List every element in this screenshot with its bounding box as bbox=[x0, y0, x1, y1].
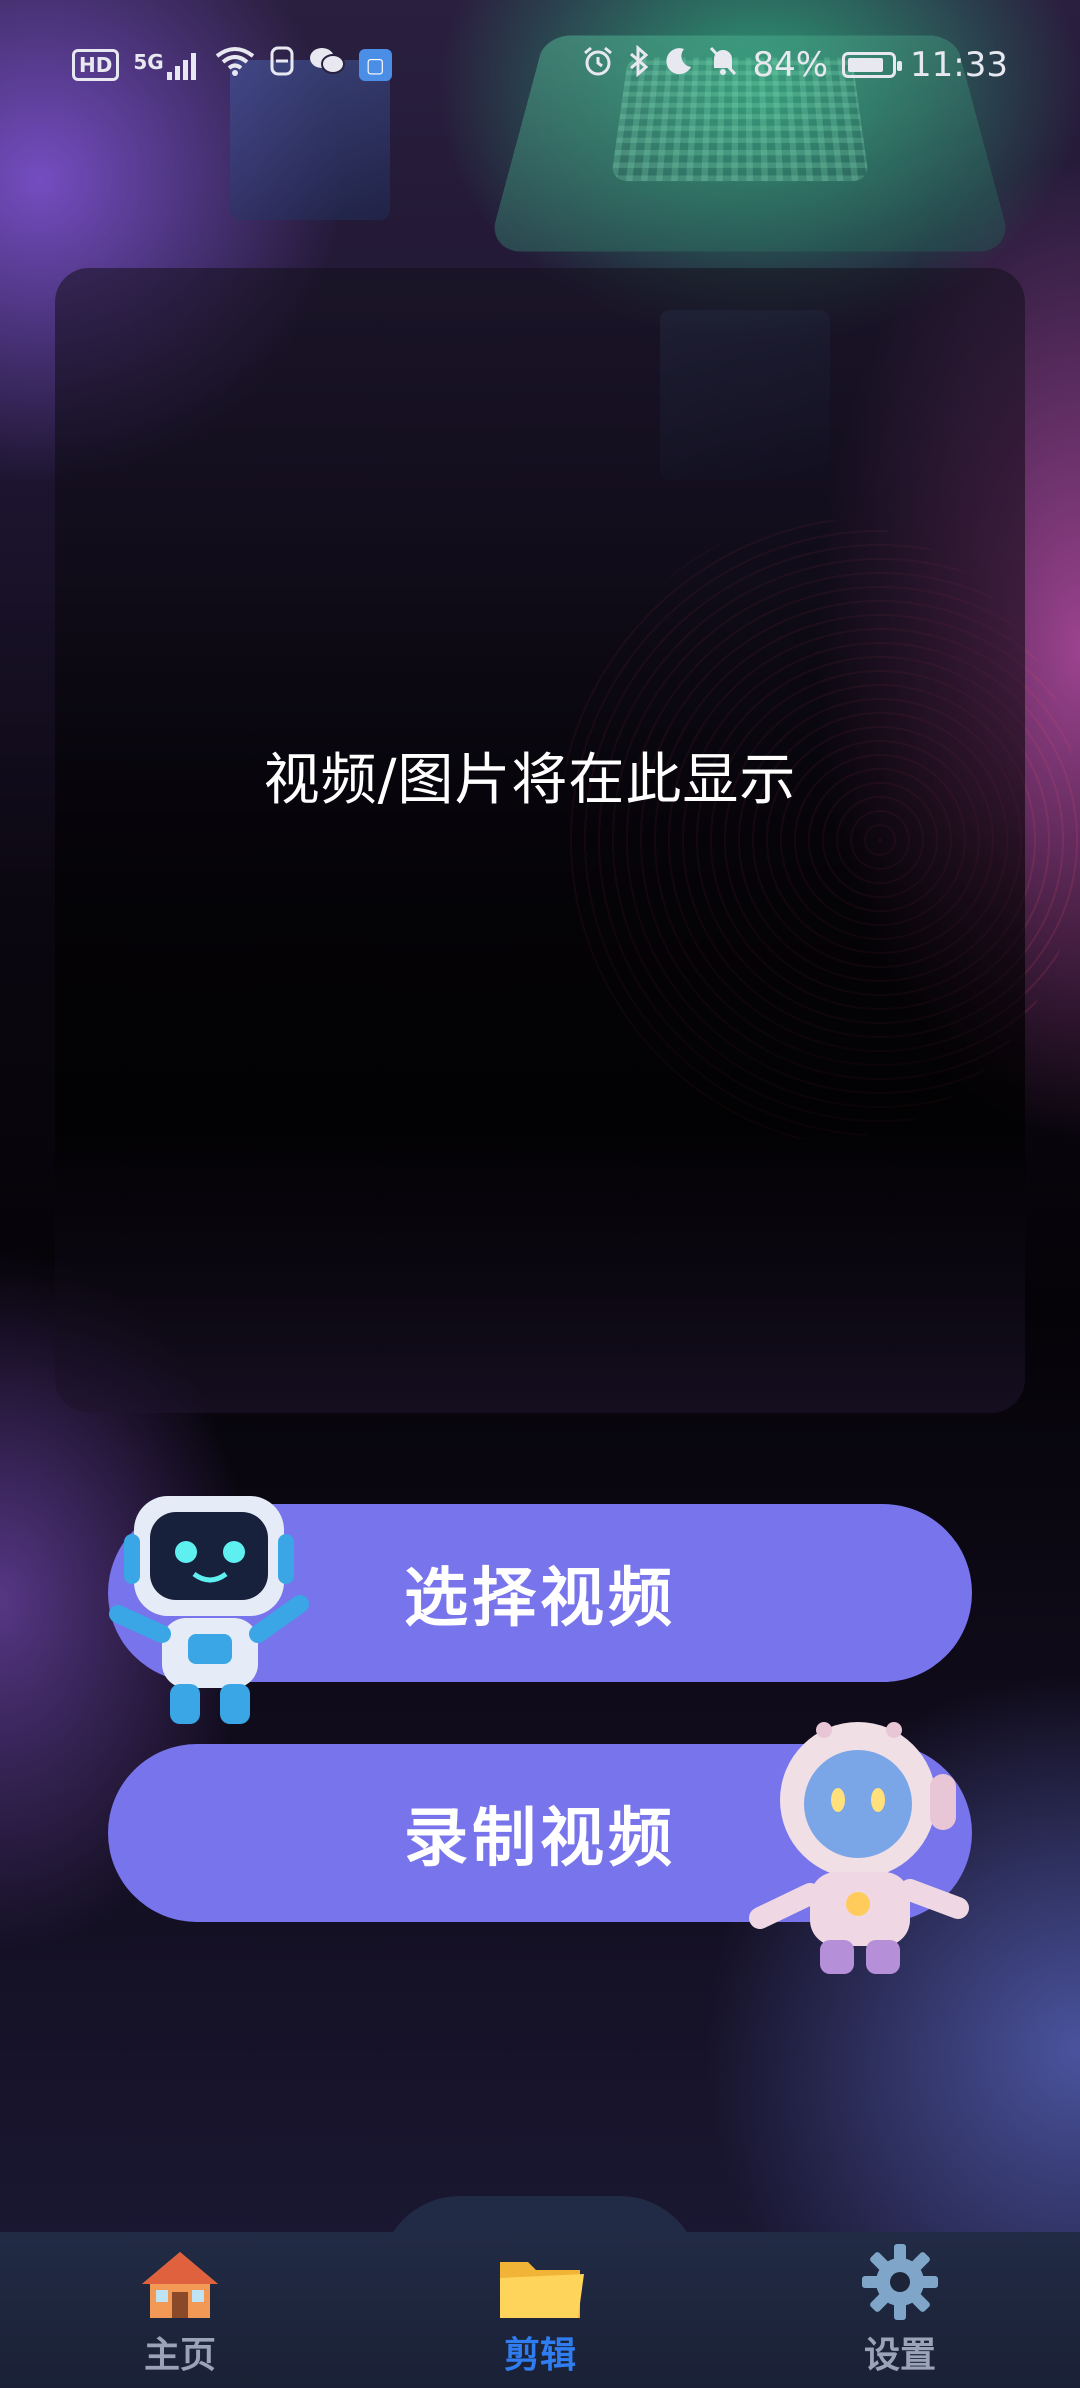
data-saver-icon bbox=[269, 45, 295, 85]
tab-settings-label: 设置 bbox=[863, 2335, 936, 2376]
status-bar: HD 5G ▢ 84% 11:33 bbox=[0, 0, 1080, 130]
house-icon bbox=[138, 2232, 222, 2322]
battery-icon bbox=[842, 52, 903, 78]
app-notification-icon: ▢ bbox=[358, 49, 392, 81]
astronaut-mascot-icon bbox=[749, 1722, 969, 1974]
media-preview-area: 视频/图片将在此显示 bbox=[55, 268, 1025, 1413]
battery-fill bbox=[848, 58, 884, 72]
clock: 11:33 bbox=[910, 45, 1008, 85]
wifi-icon bbox=[215, 45, 255, 85]
tab-settings[interactable]: 设置 bbox=[800, 2232, 1000, 2388]
status-bar-right: 84% 11:33 bbox=[582, 44, 1008, 86]
bottom-tab-bar: 主页 剪辑 设置 bbox=[0, 2196, 1080, 2388]
status-bar-left: HD 5G ▢ bbox=[72, 45, 392, 85]
5g-signal-icon: 5G bbox=[133, 50, 200, 80]
mute-bell-icon bbox=[708, 45, 738, 86]
hd-icon: HD bbox=[72, 49, 120, 81]
robot-mascot-icon bbox=[109, 1496, 309, 1724]
alarm-icon bbox=[582, 45, 614, 86]
moon-icon bbox=[664, 45, 694, 85]
preview-placeholder-text: 视频/图片将在此显示 bbox=[263, 748, 797, 813]
record-video-label: 录制视频 bbox=[404, 1802, 676, 1876]
tab-home[interactable]: 主页 bbox=[80, 2232, 280, 2388]
tab-edit[interactable]: 剪辑 bbox=[440, 2232, 640, 2388]
gear-icon bbox=[860, 2232, 940, 2322]
folder-icon bbox=[496, 2232, 584, 2322]
battery-percentage: 84% bbox=[752, 45, 829, 85]
select-video-label: 选择视频 bbox=[404, 1562, 676, 1636]
tab-home-label: 主页 bbox=[143, 2335, 216, 2376]
tab-edit-label: 剪辑 bbox=[503, 2335, 576, 2376]
bluetooth-icon bbox=[628, 44, 650, 86]
wechat-icon bbox=[309, 45, 345, 85]
